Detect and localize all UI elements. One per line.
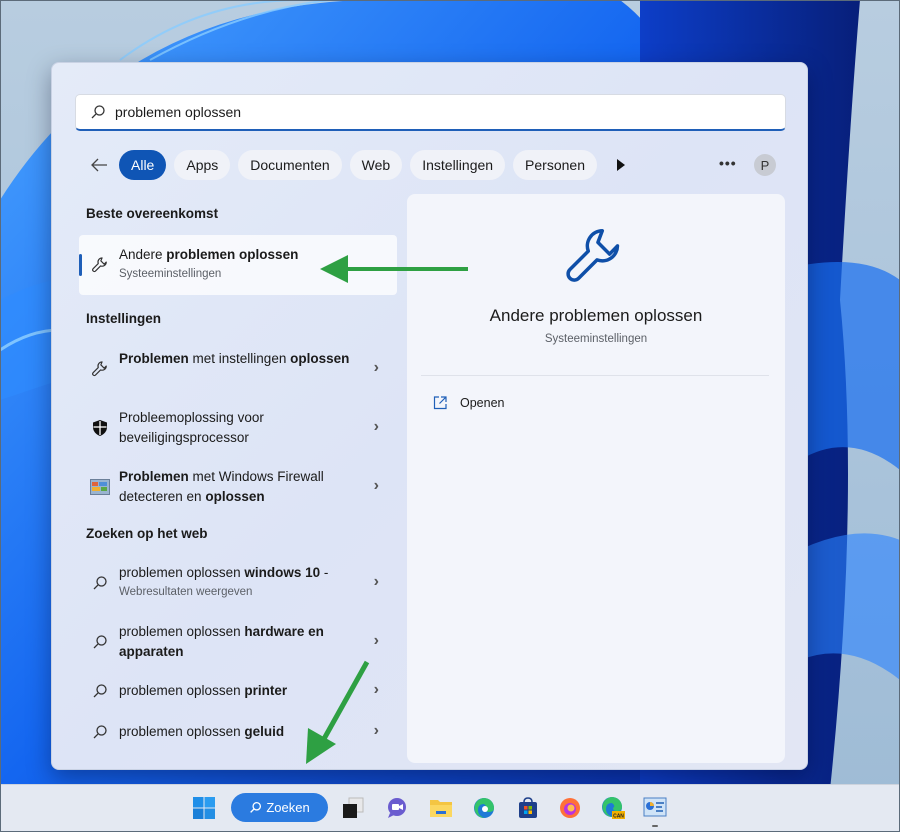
more-filters-button[interactable] xyxy=(611,155,631,175)
filter-chip-documenten[interactable]: Documenten xyxy=(238,150,342,180)
more-options-button[interactable]: ••• xyxy=(719,155,737,171)
svg-text:CAN: CAN xyxy=(613,814,624,820)
detail-pane: Andere problemen oplossen Systeeminstell… xyxy=(407,194,785,763)
web-result-label: problemen oplossen geluid xyxy=(119,724,285,739)
detail-subtitle: Systeeminstellingen xyxy=(544,333,648,345)
search-icon xyxy=(90,573,110,593)
chevron-right-icon: › xyxy=(373,681,379,698)
taskbar-search-label: Zoeken xyxy=(266,800,310,815)
task-view-button[interactable] xyxy=(340,795,366,821)
edge-canary-icon: CAN xyxy=(602,797,625,820)
edge-button[interactable] xyxy=(471,795,497,821)
filter-chip-apps[interactable]: Apps xyxy=(174,150,231,180)
open-action[interactable]: Openen xyxy=(432,395,504,411)
web-result[interactable]: problemen oplossen printer › xyxy=(79,671,397,711)
edge-canary-button[interactable]: CAN xyxy=(600,795,626,821)
chevron-right-icon: › xyxy=(373,418,379,435)
firewall-icon xyxy=(90,477,110,497)
web-result-label: problemen oplossen hardware en apparaten xyxy=(119,624,324,659)
web-result-label: problemen oplossen windows 10 - xyxy=(119,565,329,580)
back-button[interactable] xyxy=(87,153,111,177)
file-explorer-button[interactable] xyxy=(428,795,454,821)
filter-chip-instellingen[interactable]: Instellingen xyxy=(410,150,506,180)
chevron-right-icon: › xyxy=(373,632,379,649)
arrow-left-icon xyxy=(91,158,107,172)
settings-result-label: Problemen met Windows Firewall detectere… xyxy=(119,469,324,504)
chevron-right-icon: › xyxy=(373,722,379,739)
search-icon xyxy=(250,801,262,813)
search-icon xyxy=(91,105,105,119)
best-match-title-bold: problemen oplossen xyxy=(166,247,299,262)
settings-result[interactable]: Probleemoplossing voor beveiligingsproce… xyxy=(79,398,397,458)
chevron-right-icon: › xyxy=(373,359,379,376)
control-panel-icon xyxy=(643,797,667,817)
section-title-web: Zoeken op het web xyxy=(86,526,208,541)
web-result[interactable]: problemen oplossen geluid › xyxy=(79,712,397,752)
open-external-icon xyxy=(433,396,447,410)
chevron-right-icon: › xyxy=(373,573,379,590)
search-panel: Alle Apps Documenten Web Instellingen Pe… xyxy=(51,62,808,770)
settings-result[interactable]: Problemen met Windows Firewall detectere… xyxy=(79,457,397,517)
search-icon xyxy=(90,632,110,652)
filter-chip-alle[interactable]: Alle xyxy=(119,150,167,180)
account-avatar[interactable]: P xyxy=(754,154,776,176)
store-button[interactable] xyxy=(515,795,541,821)
filter-chip-personen[interactable]: Personen xyxy=(513,150,597,180)
settings-result-label: Probleemoplossing voor beveiligingsproce… xyxy=(119,410,264,445)
shield-icon xyxy=(90,418,110,438)
chevron-right-icon: › xyxy=(373,477,379,494)
teams-chat-icon xyxy=(388,798,406,818)
firefox-icon xyxy=(560,798,580,818)
store-icon xyxy=(519,797,537,818)
play-triangle-icon xyxy=(616,159,625,171)
web-result[interactable]: problemen oplossen hardware en apparaten… xyxy=(79,612,397,672)
taskbar: Zoeken CAN xyxy=(0,784,900,832)
section-title-settings: Instellingen xyxy=(86,311,162,326)
filter-bar: Alle Apps Documenten Web Instellingen Pe… xyxy=(87,149,787,181)
filter-chip-web[interactable]: Web xyxy=(349,150,403,180)
task-view-icon xyxy=(343,797,364,818)
divider xyxy=(421,375,769,376)
running-indicator xyxy=(652,825,658,827)
file-explorer-icon xyxy=(430,800,452,817)
open-action-label: Openen xyxy=(460,396,505,410)
best-match-result[interactable]: Andere problemen oplossen Systeeminstell… xyxy=(79,235,397,295)
search-icon xyxy=(90,681,110,701)
taskbar-search-button[interactable]: Zoeken xyxy=(231,793,328,822)
section-title-best-match: Beste overeenkomst xyxy=(86,206,219,221)
search-input[interactable] xyxy=(115,104,715,120)
wrench-icon xyxy=(90,359,110,379)
web-result-label: problemen oplossen printer xyxy=(119,683,288,698)
web-result[interactable]: problemen oplossen windows 10 - Webresul… xyxy=(79,553,397,613)
control-panel-button[interactable] xyxy=(642,795,668,821)
start-icon xyxy=(193,797,215,819)
wrench-icon xyxy=(90,255,110,275)
detail-title: Andere problemen oplossen xyxy=(489,306,703,325)
firefox-button[interactable] xyxy=(557,795,583,821)
best-match-subtitle: Systeeminstellingen xyxy=(119,268,222,280)
settings-result-label: Problemen met instellingen oplossen xyxy=(119,351,350,366)
wrench-icon xyxy=(566,229,620,282)
search-box[interactable] xyxy=(75,94,786,131)
start-button[interactable] xyxy=(191,795,217,821)
teams-chat-button[interactable] xyxy=(384,795,410,821)
settings-result[interactable]: Problemen met instellingen oplossen › xyxy=(79,339,397,399)
search-icon xyxy=(90,722,110,742)
web-result-subtitle: Webresultaten weergeven xyxy=(119,586,253,598)
selection-indicator xyxy=(79,254,82,276)
edge-icon xyxy=(474,798,494,819)
best-match-title-plain: Andere xyxy=(119,247,167,262)
